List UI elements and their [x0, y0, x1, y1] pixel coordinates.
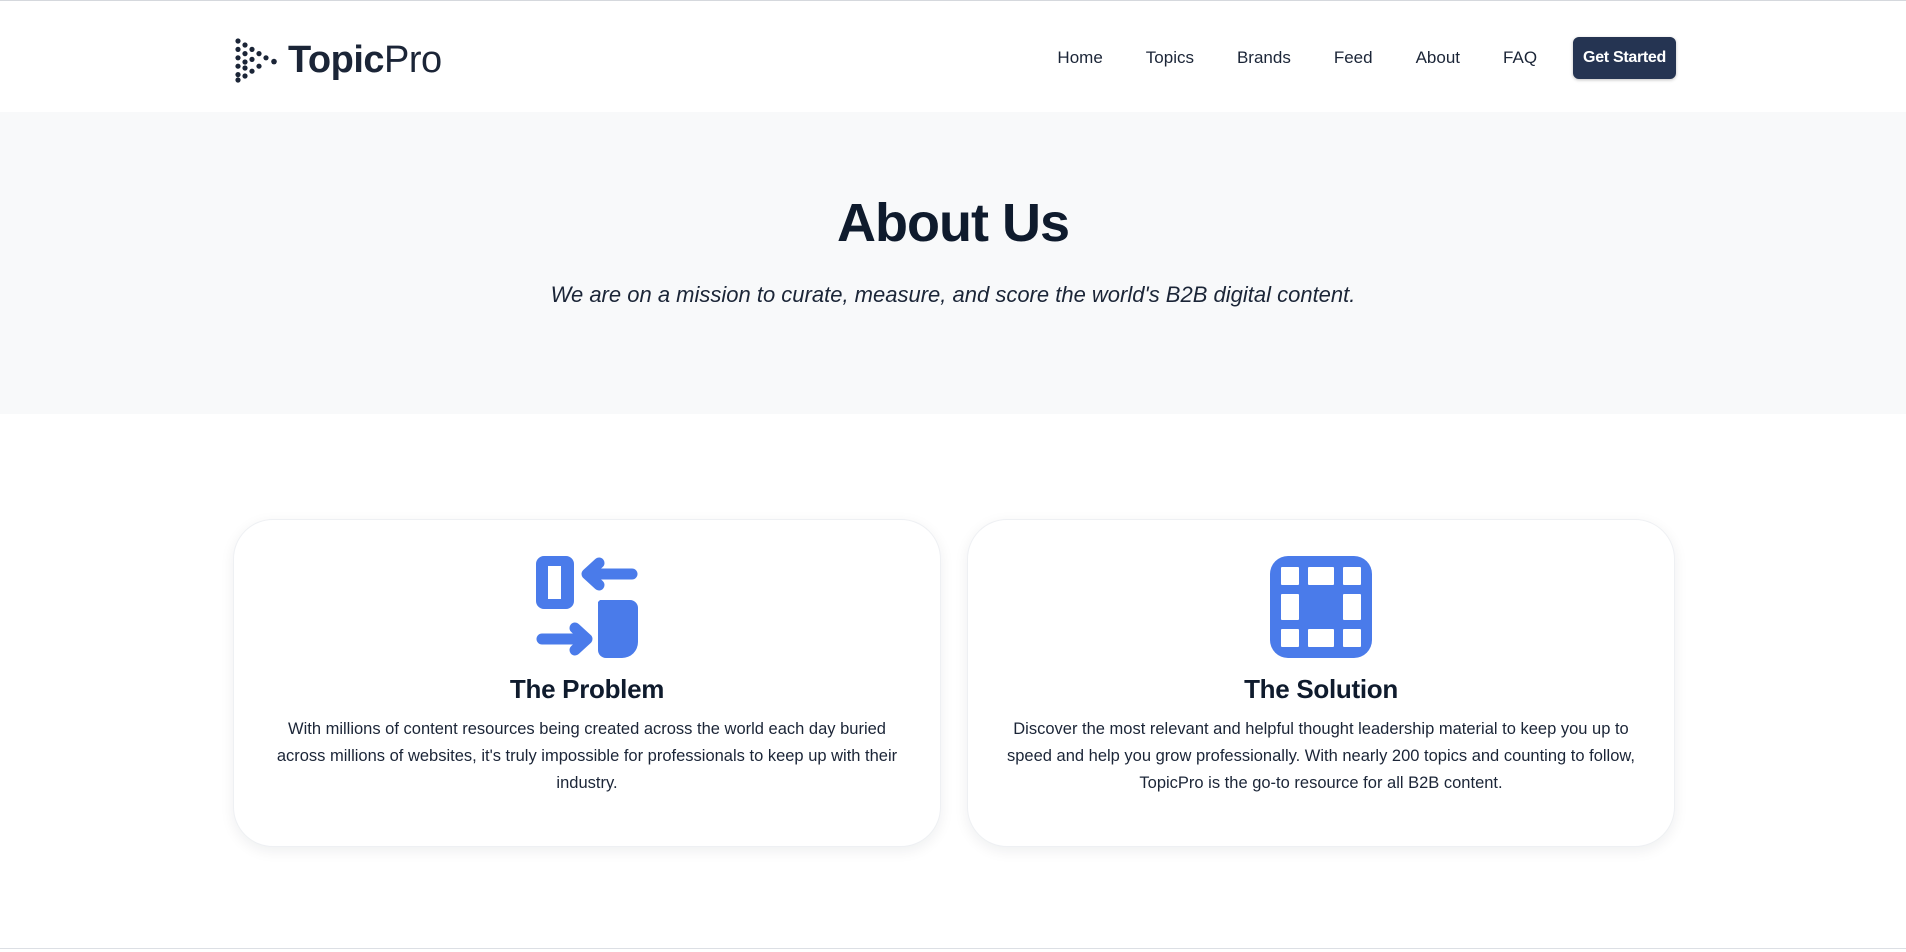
logo-text-strong: Topic	[288, 39, 385, 81]
play-dots-icon	[235, 38, 277, 83]
solution-card: The Solution Discover the most relevant …	[967, 519, 1675, 847]
about-page: TopicPro Home Topics Brands Feed About F…	[0, 0, 1906, 952]
nav-about[interactable]: About	[1416, 48, 1460, 68]
nav-home[interactable]: Home	[1057, 48, 1102, 68]
nav-faq[interactable]: FAQ	[1503, 48, 1537, 68]
nav-topics[interactable]: Topics	[1146, 48, 1194, 68]
logo-link[interactable]: TopicPro	[234, 37, 442, 83]
nav-brands[interactable]: Brands	[1237, 48, 1291, 68]
hero-subtitle: We are on a mission to curate, measure, …	[550, 282, 1356, 307]
get-started-button[interactable]: Get Started	[1573, 37, 1676, 79]
problem-card: The Problem With millions of content res…	[233, 519, 941, 847]
solution-title: The Solution	[1244, 674, 1398, 704]
logo-wordmark: TopicPro	[288, 41, 442, 79]
site-header: TopicPro Home Topics Brands Feed About F…	[0, 1, 1906, 112]
problem-title: The Problem	[509, 674, 665, 704]
problem-body: With millions of content resources being…	[276, 720, 898, 792]
arrows-exchange-icon	[536, 556, 638, 658]
page-title: About Us	[837, 193, 1070, 253]
grid-icon	[1270, 556, 1372, 658]
bottom-divider	[0, 948, 1906, 949]
main-nav: Home Topics Brands Feed About FAQ Get St…	[1057, 37, 1676, 79]
hero-section: About Us We are on a mission to curate, …	[0, 112, 1906, 414]
solution-body: Discover the most relevant and helpful t…	[1007, 720, 1635, 792]
logo-text-light: Pro	[384, 39, 442, 81]
nav-feed[interactable]: Feed	[1334, 48, 1373, 68]
